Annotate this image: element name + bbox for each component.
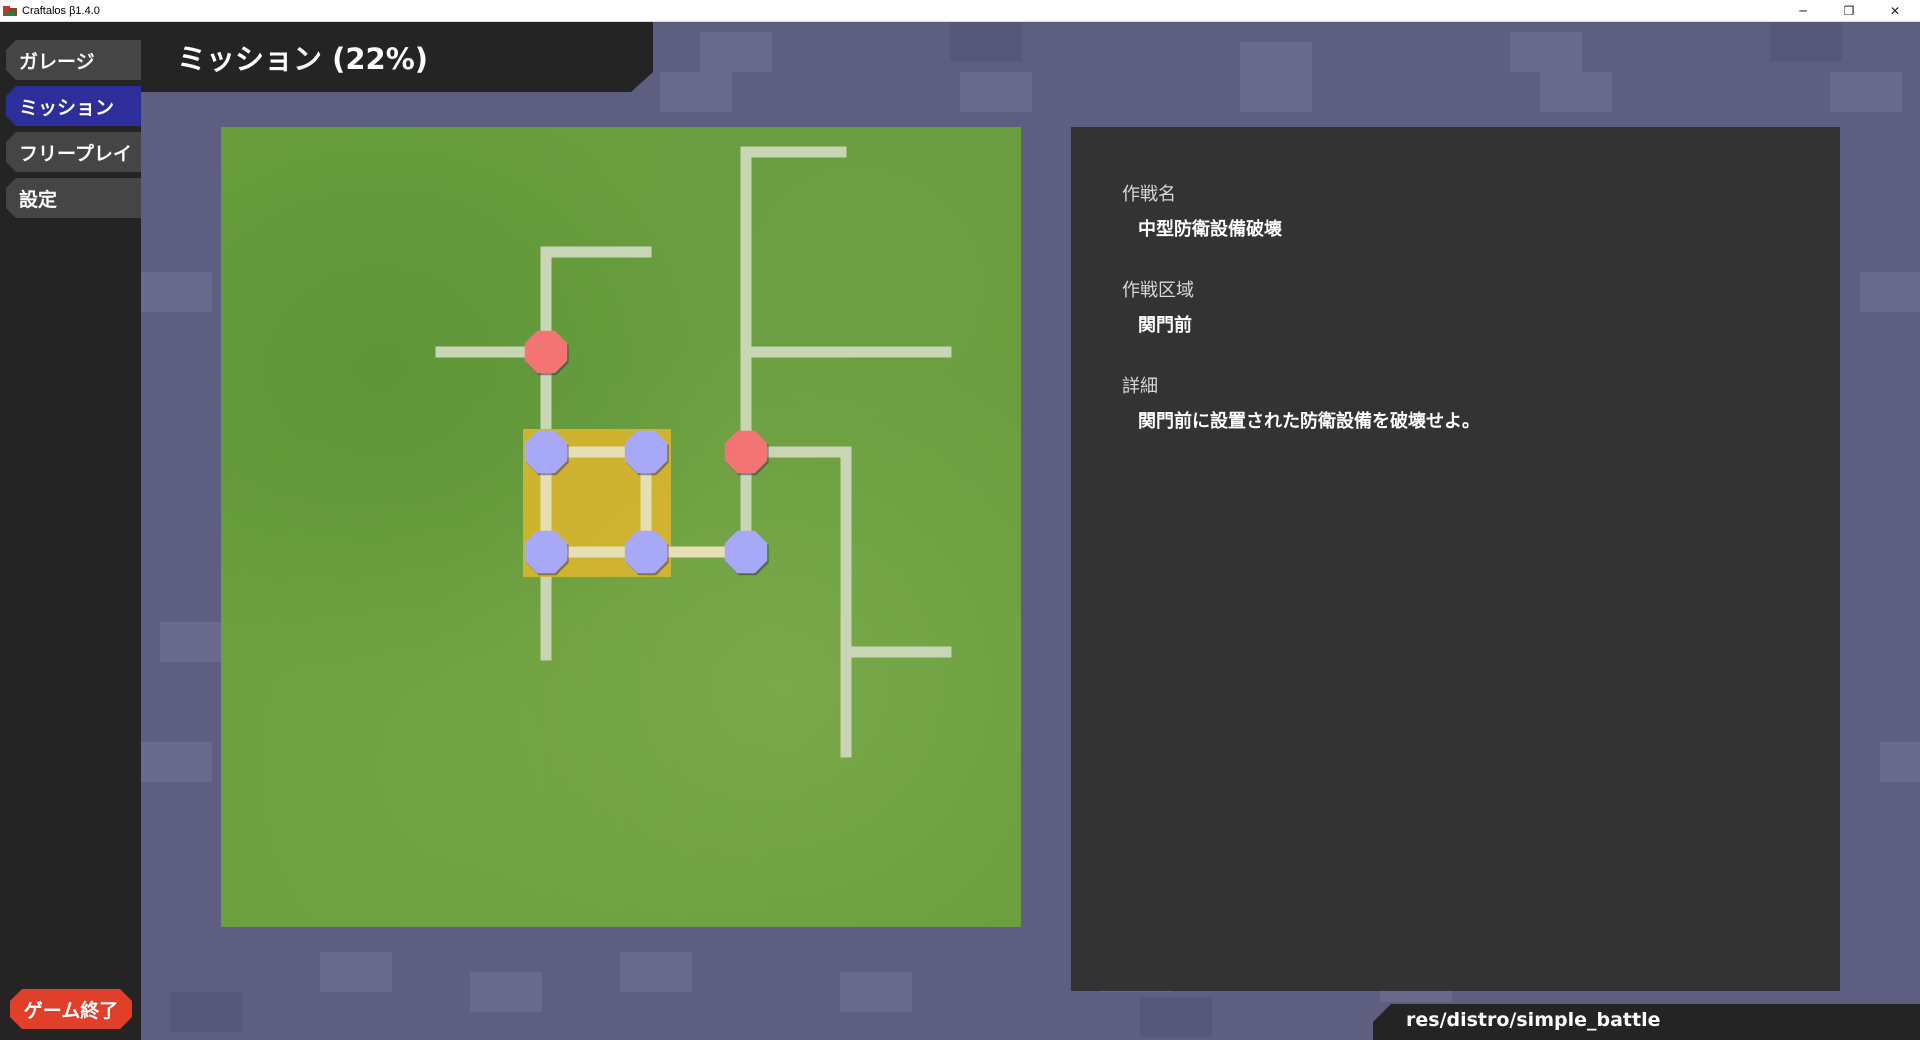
- mission-node-cleared[interactable]: [524, 530, 568, 574]
- operation-area-value: 関門前: [1138, 315, 1192, 336]
- operation-name-label: 作戦名: [1122, 184, 1176, 205]
- path-segment: [435, 246, 552, 358]
- mission-node-cleared[interactable]: [624, 530, 668, 574]
- mission-node-target[interactable]: [724, 430, 768, 474]
- mission-node-cleared[interactable]: [524, 430, 568, 474]
- nav-garage[interactable]: ガレージ: [6, 40, 141, 80]
- app-icon: [2, 3, 18, 19]
- window-title: Craftalos β1.4.0: [22, 4, 100, 17]
- path-segment: [740, 446, 852, 758]
- mission-map[interactable]: [221, 127, 1021, 927]
- nav-settings[interactable]: 設定: [6, 178, 141, 218]
- mission-node-cleared[interactable]: [724, 530, 768, 574]
- mission-node-cleared[interactable]: [624, 430, 668, 474]
- mission-nodes: [524, 330, 769, 576]
- nav-mission[interactable]: ミッション: [6, 86, 141, 126]
- detail-label: 詳細: [1122, 376, 1158, 397]
- mission-info-panel: 作戦名 中型防衛設備破壊 作戦区域 関門前 詳細 関門前に設置された防衛設備を破…: [1071, 127, 1840, 991]
- mission-node-target[interactable]: [524, 330, 568, 374]
- operation-area-label: 作戦区域: [1122, 280, 1194, 301]
- page-title: ミッション (22%): [177, 42, 429, 76]
- mission-graph: [435, 146, 952, 758]
- operation-name-value: 中型防衛設備破壊: [1138, 219, 1282, 240]
- maximize-button[interactable]: ❐: [1826, 0, 1872, 22]
- window-titlebar: Craftalos β1.4.0 ─ ❐ ✕: [0, 0, 1920, 22]
- minimize-button[interactable]: ─: [1780, 0, 1826, 22]
- quit-game-button[interactable]: ゲーム終了: [10, 989, 132, 1029]
- nav-freeplay[interactable]: フリープレイ: [6, 132, 141, 172]
- resource-path: res/distro/simple_battle: [1373, 1004, 1920, 1040]
- mission-paths: [435, 146, 952, 758]
- detail-value: 関門前に設置された防衛設備を破壊せよ。: [1138, 411, 1480, 432]
- close-button[interactable]: ✕: [1872, 0, 1918, 22]
- sidebar: ガレージ ミッション フリープレイ 設定: [0, 22, 141, 1040]
